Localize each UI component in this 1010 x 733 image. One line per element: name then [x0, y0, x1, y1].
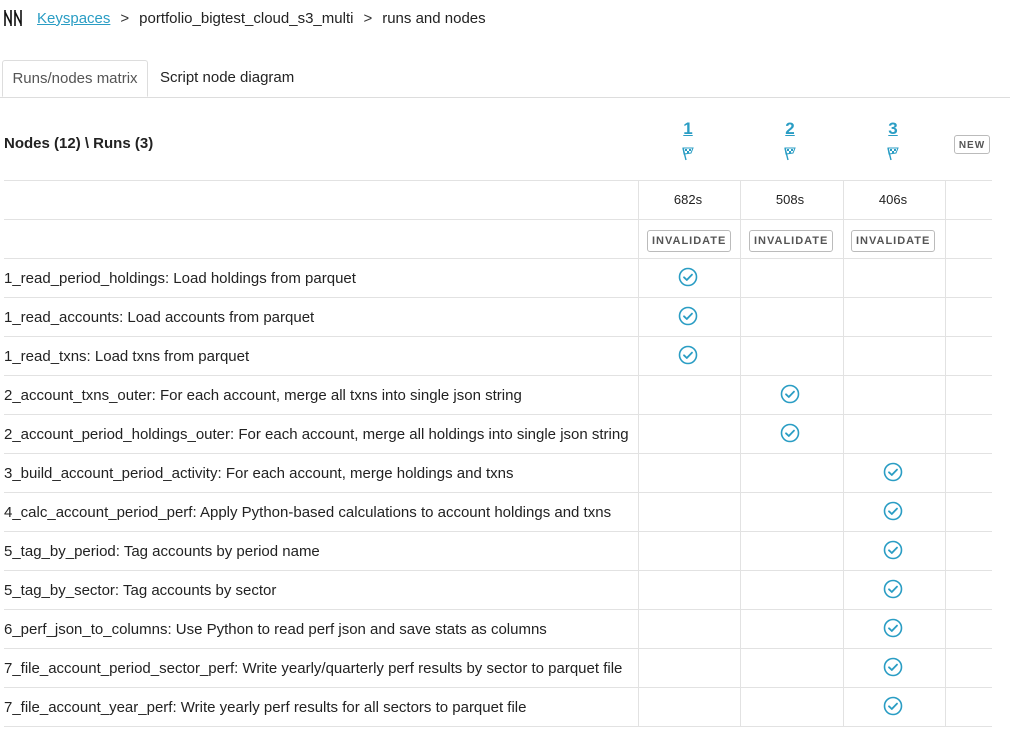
table-row: 4_calc_account_period_perf: Apply Python… — [4, 493, 992, 532]
table-row: 1_read_txns: Load txns from parquet — [4, 337, 992, 376]
node-label[interactable]: 5_tag_by_period: Tag accounts by period … — [4, 543, 320, 560]
check-circle-icon[interactable] — [678, 306, 698, 326]
check-circle-icon[interactable] — [883, 657, 903, 677]
run-link-2[interactable]: 2 — [740, 119, 840, 139]
table-row: 7_file_account_period_sector_perf: Write… — [4, 649, 992, 688]
check-circle-icon[interactable] — [780, 423, 800, 443]
duration-row: 682s 508s 406s — [4, 181, 992, 220]
check-circle-icon[interactable] — [678, 267, 698, 287]
node-label[interactable]: 1_read_period_holdings: Load holdings fr… — [4, 270, 356, 287]
run-link-3[interactable]: 3 — [843, 119, 943, 139]
table-row: 2_account_period_holdings_outer: For eac… — [4, 415, 992, 454]
checkered-flag-icon — [680, 145, 696, 161]
node-label[interactable]: 5_tag_by_sector: Tag accounts by sector — [4, 582, 276, 599]
check-circle-icon[interactable] — [883, 579, 903, 599]
run-header-1: 1 — [638, 119, 738, 161]
breadcrumb-keyspace: portfolio_bigtest_cloud_s3_multi — [139, 9, 354, 27]
table-row: 5_tag_by_sector: Tag accounts by sector — [4, 571, 992, 610]
breadcrumb-separator: > — [120, 9, 130, 27]
node-label[interactable]: 6_perf_json_to_columns: Use Python to re… — [4, 621, 547, 638]
check-circle-icon[interactable] — [883, 501, 903, 521]
check-circle-icon[interactable] — [883, 540, 903, 560]
run-header-2: 2 — [740, 119, 840, 161]
run-link-1[interactable]: 1 — [638, 119, 738, 139]
table-row: 1_read_period_holdings: Load holdings fr… — [4, 259, 992, 298]
table-row: 3_build_account_period_activity: For eac… — [4, 454, 992, 493]
table-row: 2_account_txns_outer: For each account, … — [4, 376, 992, 415]
check-circle-icon[interactable] — [883, 696, 903, 716]
run-duration-2: 508s — [775, 192, 805, 207]
runs-nodes-matrix: Nodes (12) \ Runs (3) 1 2 3 NEW 682s 508… — [4, 105, 992, 727]
matrix-header-label: Nodes (12) \ Runs (3) — [4, 135, 154, 152]
new-run-button[interactable]: NEW — [954, 135, 990, 154]
check-circle-icon[interactable] — [678, 345, 698, 365]
run-duration-3: 406s — [878, 192, 908, 207]
tab-script-node-diagram[interactable]: Script node diagram — [160, 60, 294, 96]
table-row: 5_tag_by_period: Tag accounts by period … — [4, 532, 992, 571]
node-label[interactable]: 3_build_account_period_activity: For eac… — [4, 465, 513, 482]
tab-runs-nodes-matrix[interactable]: Runs/nodes matrix — [2, 60, 148, 97]
matrix-header-row: Nodes (12) \ Runs (3) 1 2 3 NEW — [4, 105, 992, 181]
breadcrumb: Keyspaces > portfolio_bigtest_cloud_s3_m… — [0, 0, 486, 36]
app-logo-icon[interactable] — [2, 7, 24, 29]
invalidate-run-1-button[interactable]: INVALIDATE — [647, 230, 732, 252]
breadcrumb-keyspaces-link[interactable]: Keyspaces — [37, 10, 110, 27]
node-label[interactable]: 7_file_account_year_perf: Write yearly p… — [4, 699, 526, 716]
table-row: 6_perf_json_to_columns: Use Python to re… — [4, 610, 992, 649]
table-row: 7_file_account_year_perf: Write yearly p… — [4, 688, 992, 727]
tab-bar: Runs/nodes matrix Script node diagram — [0, 60, 1010, 98]
breadcrumb-separator: > — [363, 9, 373, 27]
run-duration-1: 682s — [673, 192, 703, 207]
checkered-flag-icon — [885, 145, 901, 161]
run-header-3: 3 — [843, 119, 943, 161]
node-label[interactable]: 2_account_period_holdings_outer: For eac… — [4, 426, 629, 443]
table-row: 1_read_accounts: Load accounts from parq… — [4, 298, 992, 337]
check-circle-icon[interactable] — [883, 462, 903, 482]
check-circle-icon[interactable] — [883, 618, 903, 638]
check-circle-icon[interactable] — [780, 384, 800, 404]
node-label[interactable]: 2_account_txns_outer: For each account, … — [4, 387, 522, 404]
node-label[interactable]: 7_file_account_period_sector_perf: Write… — [4, 660, 622, 677]
breadcrumb-page: runs and nodes — [382, 9, 486, 27]
checkered-flag-icon — [782, 145, 798, 161]
invalidate-run-2-button[interactable]: INVALIDATE — [749, 230, 834, 252]
node-label[interactable]: 4_calc_account_period_perf: Apply Python… — [4, 504, 611, 521]
node-label[interactable]: 1_read_accounts: Load accounts from parq… — [4, 309, 314, 326]
invalidate-row: INVALIDATE INVALIDATE INVALIDATE — [4, 220, 992, 259]
invalidate-run-3-button[interactable]: INVALIDATE — [851, 230, 936, 252]
node-label[interactable]: 1_read_txns: Load txns from parquet — [4, 348, 249, 365]
